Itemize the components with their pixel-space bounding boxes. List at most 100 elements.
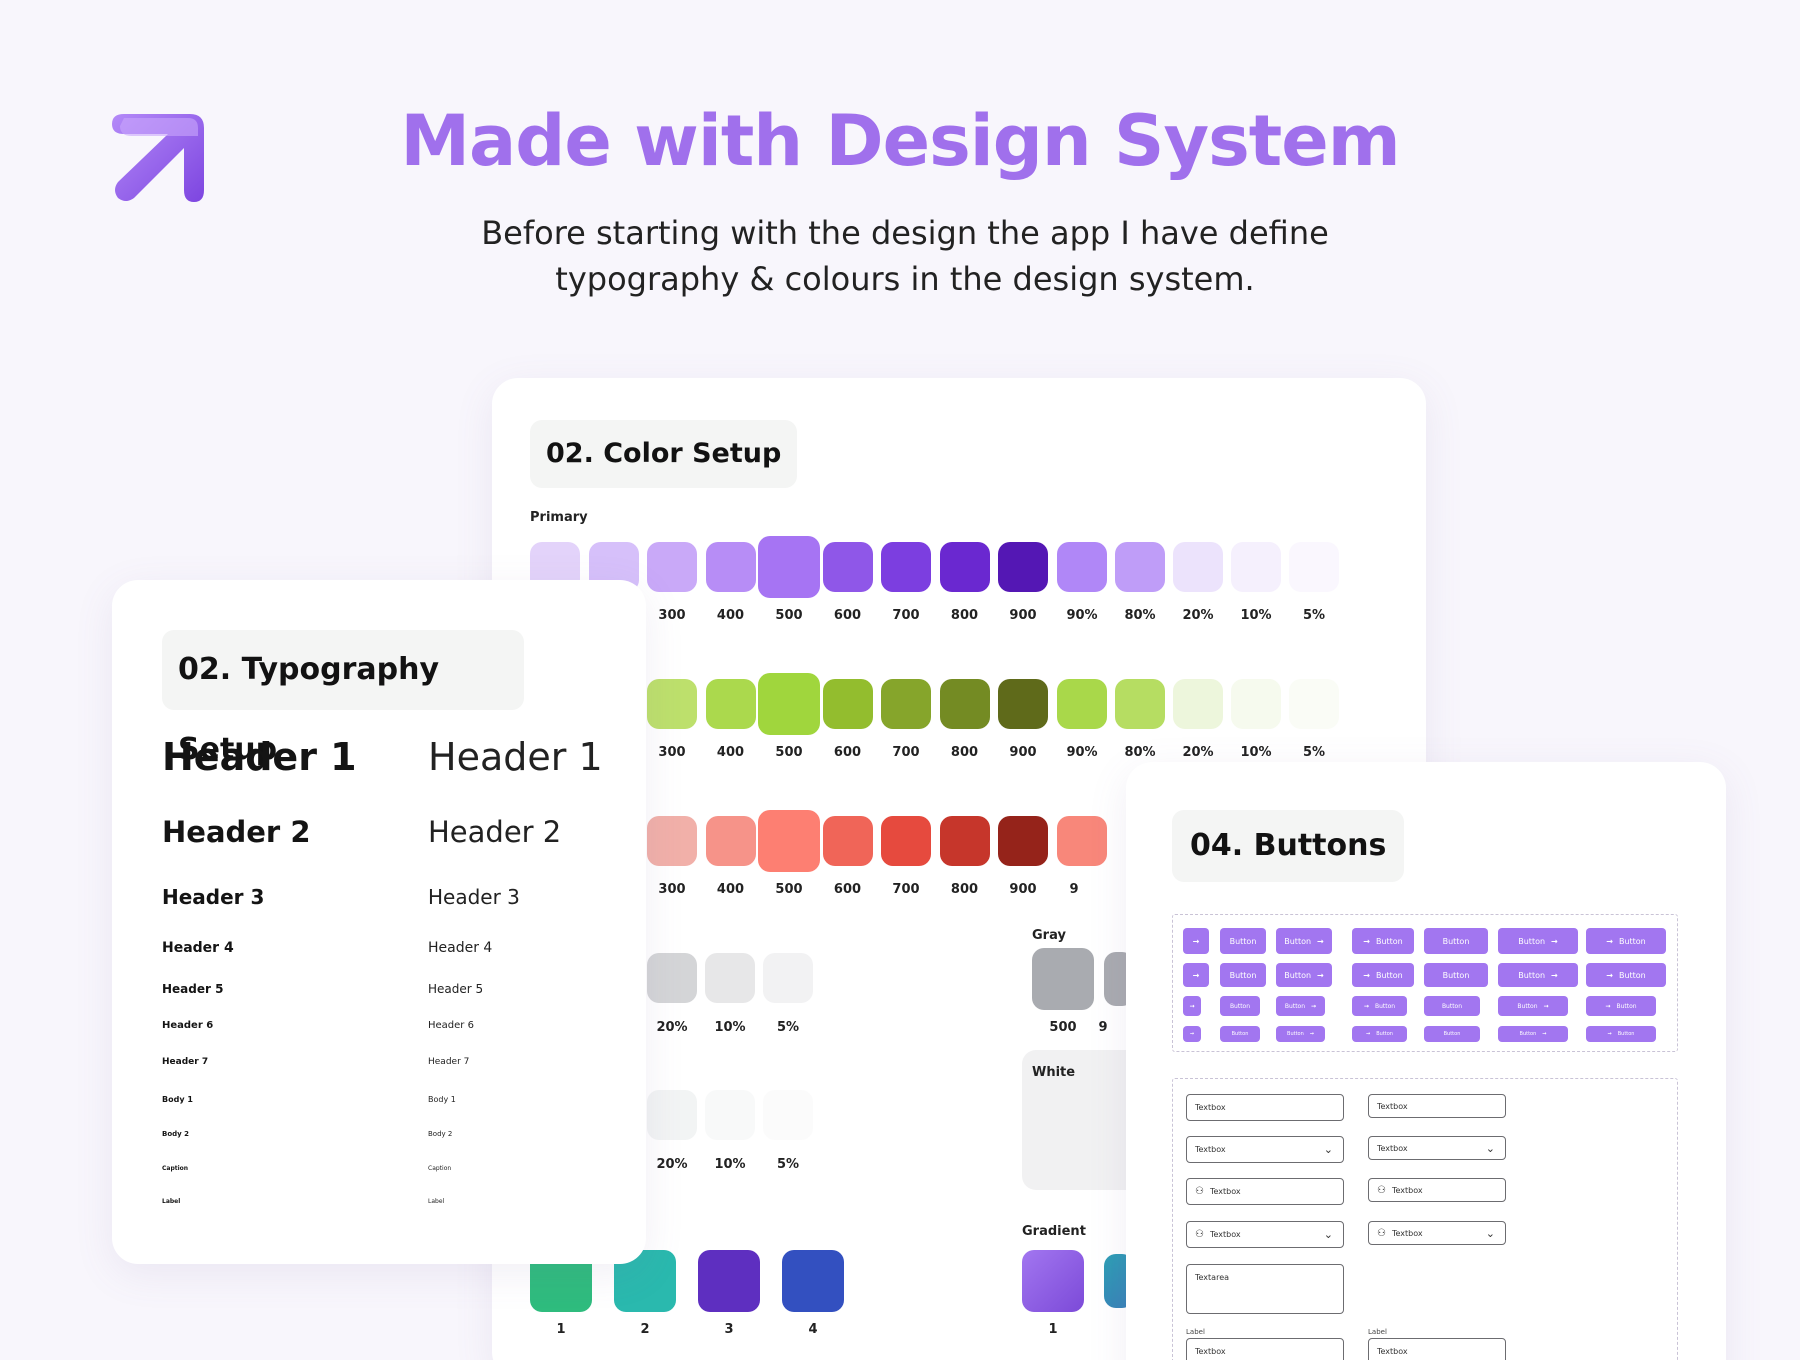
arrow-right-icon: → bbox=[1542, 1031, 1547, 1037]
primary-swatch-4 bbox=[705, 542, 756, 592]
demo-button[interactable]: → Button bbox=[1352, 928, 1414, 954]
red-alpha-swatch-1 bbox=[1057, 816, 1107, 866]
demo-button[interactable]: Button → bbox=[1276, 928, 1332, 954]
demo-button[interactable]: Button bbox=[1220, 928, 1266, 954]
user-icon: ⚇ bbox=[1195, 1186, 1204, 1197]
demo-button[interactable]: → Button bbox=[1352, 1026, 1407, 1042]
primary-swatch-7 bbox=[881, 542, 931, 592]
green-shade-label: 800 bbox=[950, 745, 979, 760]
field-placeholder: Textbox bbox=[1377, 1143, 1408, 1153]
select-field[interactable]: Textbox ⌄ bbox=[1368, 1136, 1506, 1160]
button-label: Button bbox=[1616, 1002, 1637, 1010]
arrow-right-icon: → bbox=[1543, 1002, 1549, 1010]
arrow-right-icon: → bbox=[1189, 1031, 1195, 1037]
gray-500-swatch bbox=[1032, 948, 1094, 1010]
type-sample-bold: Body 1 bbox=[162, 1095, 193, 1104]
primary-alpha-swatch-5 bbox=[1289, 542, 1339, 592]
demo-button[interactable]: Button → bbox=[1276, 963, 1332, 987]
arrow-right-icon: → bbox=[1607, 1031, 1612, 1037]
gray2-swatch-4 bbox=[763, 1090, 813, 1140]
demo-button[interactable]: Button bbox=[1220, 1026, 1260, 1042]
field-placeholder: Textbox bbox=[1195, 1103, 1226, 1112]
icon-button[interactable]: → bbox=[1183, 963, 1209, 987]
green-alpha-label: 10% bbox=[1240, 745, 1272, 760]
red-swatch-4 bbox=[822, 816, 873, 866]
demo-button[interactable]: Button bbox=[1424, 996, 1480, 1016]
green-swatch-2 bbox=[705, 679, 756, 729]
demo-button[interactable]: Button bbox=[1424, 928, 1488, 954]
button-label: Button bbox=[1229, 970, 1257, 980]
arrow-right-icon: → bbox=[1189, 1002, 1195, 1010]
textarea-field[interactable]: Textarea bbox=[1186, 1264, 1344, 1314]
icon-button[interactable]: → bbox=[1183, 996, 1201, 1016]
arrow-right-icon: → bbox=[1606, 936, 1613, 946]
demo-button[interactable]: Button bbox=[1424, 963, 1488, 987]
demo-button[interactable]: Button → bbox=[1498, 996, 1568, 1016]
gradient-swatch-3 bbox=[698, 1250, 760, 1312]
arrow-right-icon: → bbox=[1551, 970, 1558, 980]
type-sample-light: Header 6 bbox=[428, 1020, 474, 1031]
demo-button[interactable]: Button → bbox=[1276, 996, 1325, 1016]
gradient-label: 4 bbox=[808, 1322, 818, 1337]
hero-subtitle: Before starting with the design the app … bbox=[430, 210, 1380, 302]
red-shade-label: 400 bbox=[716, 882, 745, 897]
demo-button[interactable]: → Button bbox=[1586, 996, 1656, 1016]
green-swatch-6 bbox=[939, 679, 990, 729]
text-field[interactable]: ⚇ Textbox bbox=[1186, 1178, 1344, 1205]
field-placeholder: Textbox bbox=[1209, 1187, 1241, 1196]
gradient-label: Gradient bbox=[1022, 1224, 1086, 1239]
arrow-right-icon: → bbox=[1551, 936, 1558, 946]
green-alpha-swatch-4 bbox=[1231, 679, 1281, 729]
icon-button[interactable]: → bbox=[1183, 928, 1209, 954]
demo-button[interactable]: Button bbox=[1424, 1026, 1480, 1042]
labelled-text-field[interactable]: Textbox bbox=[1186, 1338, 1344, 1360]
demo-button[interactable]: → Button bbox=[1352, 963, 1414, 987]
button-label: Button bbox=[1517, 1002, 1538, 1010]
type-sample-bold: Header 5 bbox=[162, 982, 224, 996]
green-swatch-4 bbox=[822, 679, 873, 729]
select-field[interactable]: Textbox ⌄ bbox=[1186, 1136, 1344, 1163]
user-icon: ⚇ bbox=[1377, 1184, 1386, 1196]
type-sample-light: Header 1 bbox=[428, 735, 603, 779]
demo-button[interactable]: → Button bbox=[1586, 963, 1666, 987]
field-label: Label bbox=[1186, 1328, 1205, 1336]
type-sample-bold: Header 2 bbox=[162, 815, 311, 849]
textarea-placeholder: Textarea bbox=[1195, 1273, 1230, 1282]
select-field[interactable]: ⚇ Textbox ⌄ bbox=[1186, 1221, 1344, 1248]
primary-shade-label: 700 bbox=[892, 608, 920, 623]
demo-button[interactable]: Button → bbox=[1276, 1026, 1325, 1042]
red-shade-label: 300 bbox=[658, 882, 686, 897]
typography-setup-card: 02. Typography Setup Header 1 Header 1 Hea… bbox=[112, 580, 646, 1264]
demo-button[interactable]: Button bbox=[1220, 996, 1260, 1016]
red-partial-label: 9 bbox=[1069, 882, 1079, 897]
red-shade-label: 700 bbox=[892, 882, 920, 897]
primary-swatch-5 bbox=[758, 536, 820, 598]
primary-shade-label: 800 bbox=[950, 608, 979, 623]
button-label: Button bbox=[1518, 936, 1546, 946]
green-shade-label: 600 bbox=[833, 745, 862, 760]
select-field[interactable]: ⚇ Textbox ⌄ bbox=[1368, 1221, 1506, 1245]
green-alpha-swatch-1 bbox=[1057, 679, 1107, 729]
demo-button[interactable]: Button → bbox=[1498, 963, 1578, 987]
gradient-label: 3 bbox=[724, 1322, 734, 1337]
demo-button[interactable]: → Button bbox=[1586, 1026, 1656, 1042]
green-swatch-7 bbox=[998, 679, 1048, 729]
arrow-right-icon: → bbox=[1192, 936, 1200, 946]
gradient-swatch-4 bbox=[782, 1250, 844, 1312]
demo-button[interactable]: → Button bbox=[1586, 928, 1666, 954]
labelled-text-field[interactable]: Textbox bbox=[1368, 1338, 1506, 1360]
button-label: Button bbox=[1284, 936, 1312, 946]
text-field[interactable]: Textbox bbox=[1186, 1094, 1344, 1121]
icon-button[interactable]: → bbox=[1183, 1026, 1201, 1042]
primary-shade-label: 300 bbox=[658, 608, 686, 623]
type-sample-bold: Header 1 bbox=[162, 735, 357, 779]
field-placeholder: Textbox bbox=[1377, 1346, 1408, 1356]
demo-button[interactable]: → Button bbox=[1352, 996, 1407, 1016]
primary-swatch-9 bbox=[998, 542, 1048, 592]
text-field[interactable]: Textbox bbox=[1368, 1094, 1506, 1118]
demo-button[interactable]: Button bbox=[1220, 963, 1266, 987]
arrow-right-icon: → bbox=[1311, 1002, 1317, 1010]
demo-button[interactable]: Button → bbox=[1498, 928, 1578, 954]
text-field[interactable]: ⚇ Textbox bbox=[1368, 1178, 1506, 1202]
demo-button[interactable]: Button → bbox=[1498, 1026, 1568, 1042]
